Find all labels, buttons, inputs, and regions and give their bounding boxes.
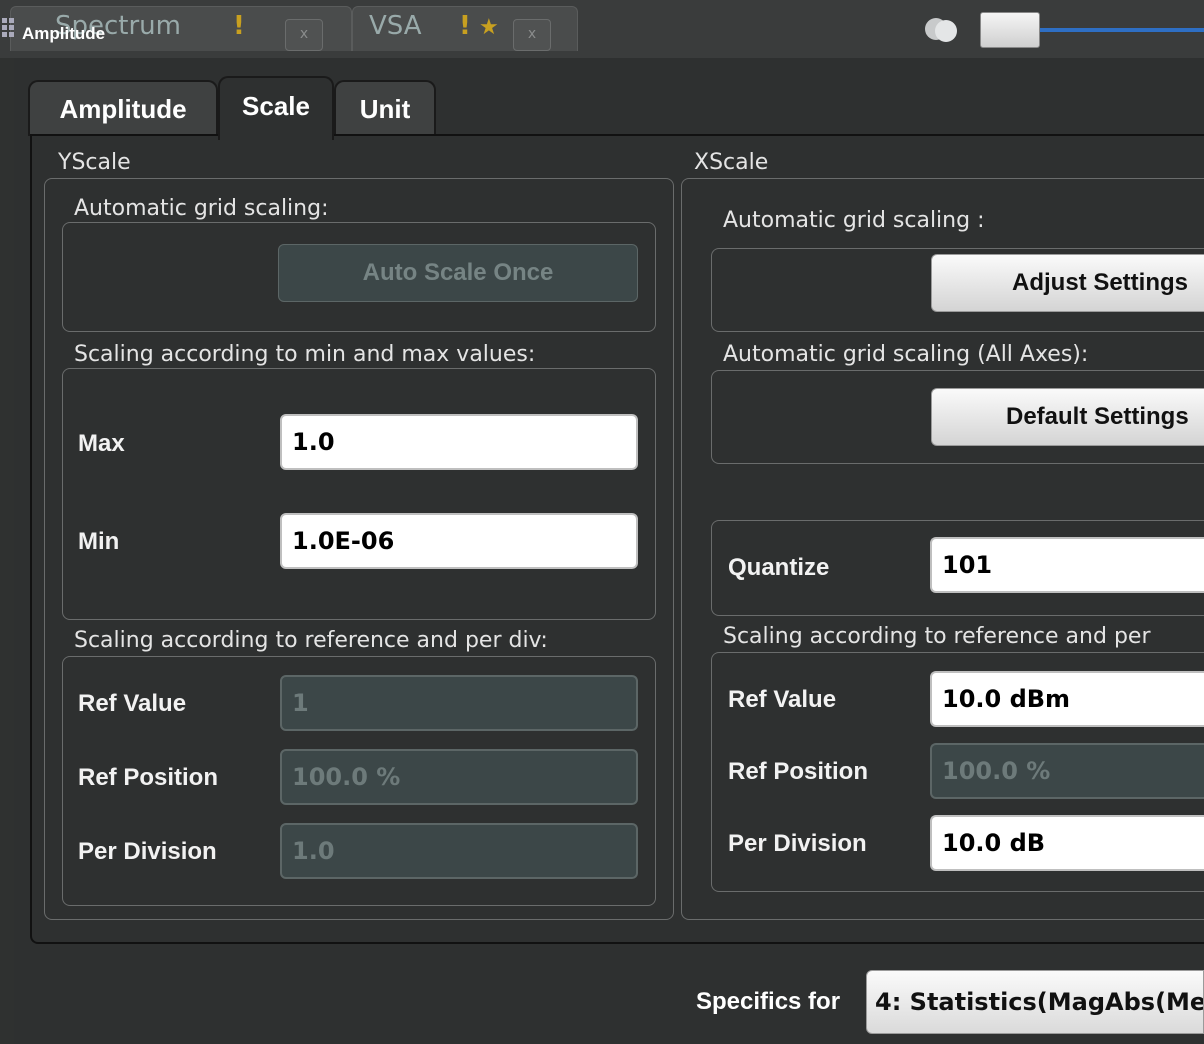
- min-input[interactable]: [280, 513, 638, 569]
- tab-scale[interactable]: Scale: [218, 76, 334, 140]
- y-per-division-input[interactable]: [280, 823, 638, 879]
- y-per-division-label: Per Division: [78, 838, 217, 865]
- yscale-title: YScale: [58, 150, 131, 175]
- warning-icon: !: [459, 11, 471, 41]
- x-ref-value-label: Ref Value: [728, 686, 837, 713]
- x-ref-position-label: Ref Position: [728, 758, 869, 785]
- warning-icon: !: [233, 11, 245, 41]
- min-label: Min: [78, 528, 120, 555]
- adjust-settings-button[interactable]: Adjust Settings: [931, 254, 1204, 312]
- window-grid-icon: [2, 18, 16, 38]
- amplitude-dialog: Amplitude Scale Unit YScale Automatic gr…: [14, 58, 1204, 1044]
- xscale-auto-label: Automatic grid scaling :: [723, 208, 985, 233]
- y-ref-value-input[interactable]: [280, 675, 638, 731]
- y-ref-position-input[interactable]: [280, 749, 638, 805]
- xscale-auto-all-label: Automatic grid scaling (All Axes):: [723, 342, 1089, 367]
- y-ref-value-label: Ref Value: [78, 690, 187, 717]
- yscale-auto-label: Automatic grid scaling:: [74, 196, 329, 221]
- quantize-label: Quantize: [728, 554, 830, 581]
- yscale-ref-label: Scaling according to reference and per d…: [74, 628, 548, 653]
- overlay-toggle-icon[interactable]: [925, 16, 959, 42]
- x-per-division-label: Per Division: [728, 830, 867, 857]
- yscale-minmax-group: [62, 368, 656, 620]
- specifics-label: Specifics for: [696, 988, 841, 1015]
- tab-amplitude[interactable]: Amplitude: [28, 80, 218, 136]
- slider-track[interactable]: [1040, 28, 1204, 32]
- background-tab-bar: Spectrum ! x VSA ! ★ x: [0, 0, 1204, 58]
- bg-tab-vsa-label: VSA: [369, 11, 422, 41]
- xscale-ref-label: Scaling according to reference and per: [723, 624, 1151, 649]
- slider-handle[interactable]: [980, 12, 1040, 48]
- tab-unit[interactable]: Unit: [334, 80, 436, 136]
- max-input[interactable]: [280, 414, 638, 470]
- star-icon: ★: [479, 15, 499, 40]
- y-ref-position-label: Ref Position: [78, 764, 219, 791]
- bg-tab-vsa-close-button[interactable]: x: [513, 19, 551, 51]
- specifics-dropdown[interactable]: 4: Statistics(MagAbs(Mea: [866, 970, 1204, 1034]
- bg-tab-spectrum-close-button[interactable]: x: [285, 19, 323, 51]
- xscale-title: XScale: [694, 150, 769, 175]
- x-per-division-input[interactable]: [930, 815, 1204, 871]
- max-label: Max: [78, 430, 125, 457]
- auto-scale-once-button[interactable]: Auto Scale Once: [278, 244, 638, 302]
- x-ref-value-input[interactable]: [930, 671, 1204, 727]
- default-settings-button[interactable]: Default Settings: [931, 388, 1204, 446]
- window-title: Amplitude: [22, 24, 106, 43]
- bg-tab-vsa[interactable]: VSA ! ★ x: [352, 6, 578, 51]
- x-ref-position-input[interactable]: [930, 743, 1204, 799]
- yscale-minmax-label: Scaling according to min and max values:: [74, 342, 536, 367]
- quantize-input[interactable]: [930, 537, 1204, 593]
